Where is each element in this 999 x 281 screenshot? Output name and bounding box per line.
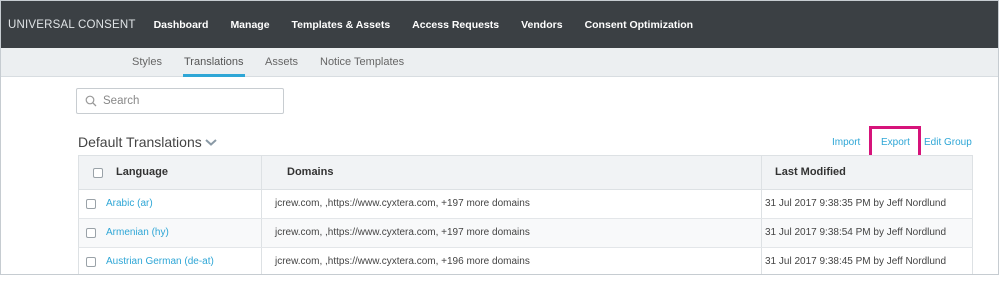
domains-cell: jcrew.com, ,https://www.cyxtera.com, +19… — [275, 256, 530, 267]
tab-notice-templates[interactable]: Notice Templates — [320, 48, 404, 77]
language-link[interactable]: Armenian (hy) — [106, 219, 169, 247]
table-row[interactable]: Austrian German (de-at) jcrew.com, ,http… — [78, 248, 973, 274]
column-divider — [261, 248, 262, 274]
row-checkbox[interactable] — [86, 257, 96, 267]
last-modified-cell: 31 Jul 2017 9:38:54 PM by Jeff Nordlund — [765, 227, 947, 238]
last-modified-cell: 31 Jul 2017 9:38:45 PM by Jeff Nordlund — [765, 256, 947, 267]
select-all-checkbox[interactable] — [93, 168, 103, 178]
column-divider — [261, 156, 262, 189]
last-modified-cell: 31 Jul 2017 9:38:35 PM by Jeff Nordlund — [765, 198, 947, 209]
search-input[interactable] — [103, 92, 279, 110]
section-title: Default Translations — [78, 134, 202, 150]
language-link[interactable]: Austrian German (de-at) — [106, 248, 214, 274]
translations-table: Language Domains Last Modified Arabic (a… — [78, 155, 973, 274]
row-checkbox[interactable] — [86, 228, 96, 238]
table-row[interactable]: Armenian (hy) jcrew.com, ,https://www.cy… — [78, 219, 973, 248]
tab-assets[interactable]: Assets — [265, 48, 298, 77]
column-divider — [761, 190, 762, 218]
nav-vendors[interactable]: Vendors — [521, 19, 562, 31]
tab-styles[interactable]: Styles — [132, 48, 162, 77]
header-language[interactable]: Language — [116, 156, 168, 189]
tab-translations[interactable]: Translations — [183, 48, 245, 77]
brand-label: UNIVERSAL CONSENT — [8, 18, 136, 31]
nav-access-requests[interactable]: Access Requests — [412, 19, 499, 31]
nav-templates-assets[interactable]: Templates & Assets — [292, 19, 391, 31]
column-divider — [761, 156, 762, 189]
app-window: UNIVERSAL CONSENT Dashboard Manage Templ… — [0, 0, 999, 275]
header-last-modified[interactable]: Last Modified — [775, 156, 846, 189]
chevron-down-icon[interactable] — [204, 137, 218, 147]
export-highlight-box — [869, 126, 921, 158]
table-header: Language Domains Last Modified — [78, 155, 973, 190]
column-divider — [261, 190, 262, 218]
edit-group-link[interactable]: Edit Group — [924, 137, 972, 148]
domains-cell: jcrew.com, ,https://www.cyxtera.com, +19… — [275, 227, 530, 238]
search-box[interactable] — [76, 88, 284, 114]
table-row[interactable]: Arabic (ar) jcrew.com, ,https://www.cyxt… — [78, 190, 973, 219]
sub-navbar: Styles Translations Assets Notice Templa… — [1, 48, 998, 77]
header-domains[interactable]: Domains — [287, 156, 333, 189]
language-link[interactable]: Arabic (ar) — [106, 190, 153, 218]
search-icon — [85, 95, 97, 107]
column-divider — [261, 219, 262, 247]
column-divider — [761, 248, 762, 274]
row-checkbox[interactable] — [86, 199, 96, 209]
nav-manage[interactable]: Manage — [230, 19, 269, 31]
import-link[interactable]: Import — [832, 137, 860, 148]
domains-cell: jcrew.com, ,https://www.cyxtera.com, +19… — [275, 198, 530, 209]
top-navbar: UNIVERSAL CONSENT Dashboard Manage Templ… — [1, 1, 998, 48]
nav-consent-optimization[interactable]: Consent Optimization — [585, 19, 694, 31]
column-divider — [761, 219, 762, 247]
nav-dashboard[interactable]: Dashboard — [154, 19, 209, 31]
